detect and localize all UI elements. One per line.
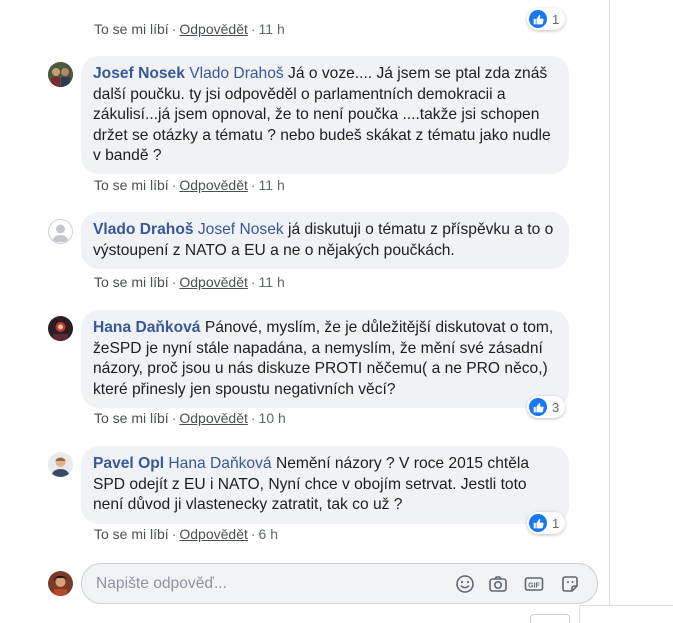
gif-icon[interactable]: GIF: [523, 573, 545, 595]
comment-mention[interactable]: Vlado Drahoš: [189, 65, 283, 82]
comment-time[interactable]: 6 h: [259, 526, 278, 542]
comment-actions: To se mi líbí · Odpovědět · 6 h: [94, 526, 278, 542]
emoji-icon[interactable]: [454, 573, 476, 595]
reaction-number: 3: [552, 399, 560, 415]
reaction-number: 1: [552, 11, 560, 27]
camera-icon[interactable]: [487, 573, 509, 595]
comment-bubble: Josef Nosek Vlado Drahoš Já o voze.... J…: [81, 56, 569, 174]
reaction-count[interactable]: 3: [527, 396, 566, 418]
reaction-count[interactable]: 1: [527, 512, 566, 534]
separator: ·: [250, 410, 256, 426]
comment-author[interactable]: Pavel Opl: [93, 455, 164, 472]
comment-actions: To se mi líbí · Odpovědět · 11 h: [94, 274, 285, 290]
comment-mention[interactable]: Josef Nosek: [198, 221, 284, 238]
reply-link[interactable]: Odpovědět: [179, 177, 248, 193]
comment-actions: To se mi líbí · Odpovědět · 11 h: [94, 21, 285, 37]
separator: ·: [171, 274, 177, 290]
sticker-icon[interactable]: [559, 573, 581, 595]
like-link[interactable]: To se mi líbí: [94, 21, 169, 37]
comment-mention[interactable]: Hana Daňková: [168, 455, 271, 472]
reply-link[interactable]: Odpovědět: [179, 21, 248, 37]
avatar[interactable]: [48, 219, 73, 244]
separator: ·: [250, 274, 256, 290]
current-user-avatar: [48, 571, 73, 596]
comment-time[interactable]: 11 h: [259, 274, 285, 290]
like-icon: [529, 398, 547, 416]
separator: ·: [171, 177, 177, 193]
comment-time[interactable]: 11 h: [259, 21, 285, 37]
comment-author[interactable]: Hana Daňková: [93, 319, 200, 336]
like-link[interactable]: To se mi líbí: [94, 526, 169, 542]
avatar[interactable]: [48, 316, 73, 341]
reply-input[interactable]: [96, 573, 426, 595]
separator: ·: [250, 21, 256, 37]
reply-link[interactable]: Odpovědět: [179, 274, 248, 290]
separator: ·: [171, 21, 177, 37]
like-icon: [529, 514, 547, 532]
comment-bubble: Pavel Opl Hana Daňková Nemění názory ? V…: [81, 446, 569, 524]
comment-actions: To se mi líbí · Odpovědět · 10 h: [94, 410, 286, 426]
like-link[interactable]: To se mi líbí: [94, 410, 169, 426]
comment-bubble: Vlado Drahoš Josef Nosek já diskutuji o …: [81, 212, 569, 269]
like-link[interactable]: To se mi líbí: [94, 274, 169, 290]
comment-actions: To se mi líbí · Odpovědět · 11 h: [94, 177, 285, 193]
chat-panel-edge: [579, 605, 673, 623]
separator: ·: [171, 410, 177, 426]
reaction-count[interactable]: 1: [527, 8, 566, 30]
like-icon: [529, 10, 547, 28]
separator: ·: [171, 526, 177, 542]
reaction-number: 1: [552, 515, 560, 531]
separator: ·: [250, 177, 256, 193]
reply-link[interactable]: Odpovědět: [179, 410, 248, 426]
reply-link[interactable]: Odpovědět: [179, 526, 248, 542]
comment-author[interactable]: Vlado Drahoš: [93, 221, 194, 238]
avatar[interactable]: [48, 62, 73, 87]
comment-time[interactable]: 11 h: [259, 177, 285, 193]
like-link[interactable]: To se mi líbí: [94, 177, 169, 193]
comment-author[interactable]: Josef Nosek: [93, 65, 185, 82]
svg-text:GIF: GIF: [528, 582, 540, 589]
comment-bubble: Hana Daňková Pánové, myslím, že je důlež…: [81, 310, 569, 408]
avatar[interactable]: [48, 452, 73, 477]
comment-time[interactable]: 10 h: [259, 410, 286, 426]
feed-right-border: [609, 0, 610, 622]
reply-composer[interactable]: GIF: [81, 563, 598, 604]
separator: ·: [250, 526, 256, 542]
